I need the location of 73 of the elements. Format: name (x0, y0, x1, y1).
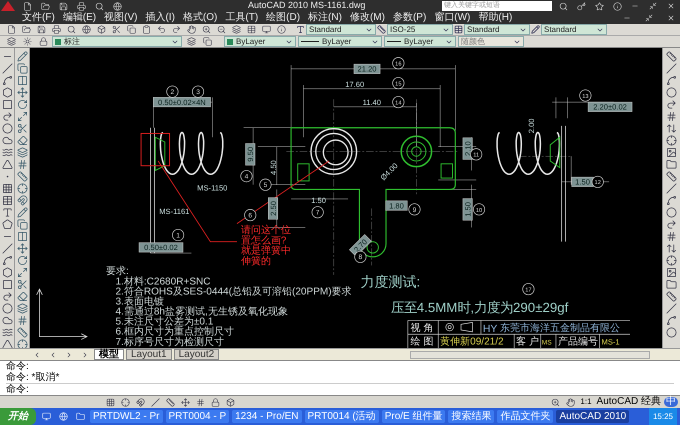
menu-item[interactable]: 标注(N) (308, 13, 342, 23)
layout-tab[interactable]: 模型 (94, 349, 124, 360)
annotation-scale[interactable]: 1:1 (578, 396, 594, 408)
dimension-label: 2.10 (462, 138, 473, 160)
dimension-label: 1.80 (385, 200, 408, 211)
taskbar-button[interactable]: 作品文件夹 (497, 410, 554, 423)
menu-item[interactable]: 修改(M) (350, 13, 385, 23)
command-history-line: 命令: *取消* (6, 372, 60, 383)
dimension-label: MS-1161 (159, 207, 190, 216)
table-style-dropdown[interactable]: Standard (464, 24, 530, 35)
menu-item[interactable]: 编辑(E) (62, 13, 96, 23)
menu-item[interactable]: 窗口(W) (434, 13, 470, 23)
dimension-label: 2.00 (527, 118, 536, 134)
dimension-label: 17.60 (345, 80, 364, 89)
force-test-title: 力度测试: (360, 274, 420, 290)
dimension-label: 1.50 (462, 198, 473, 220)
multileader-style-dropdown[interactable]: Standard (541, 24, 607, 35)
ime-indicator[interactable]: 中 (664, 397, 678, 407)
dimension-label: 0.50±0.02 (138, 242, 184, 252)
dimension-label: 9.50 (245, 143, 256, 166)
dimension-label: 0.50±0.02×4N (153, 97, 211, 108)
taskbar-button[interactable]: PRT0004 - P (166, 410, 230, 423)
dimension-label: 2.20±0.02 (588, 102, 632, 112)
title-block-label: 产品编号 (558, 336, 598, 348)
menu-item[interactable]: 格式(O) (182, 13, 218, 23)
company-name: 东莞市海洋五金制品有限公 (500, 322, 620, 334)
company-logo: HY (482, 324, 498, 335)
dimension-label: 1.50 (311, 196, 326, 205)
question-note: 请问这个位 置怎么画? 就是弹簧中 伸簧的 (240, 225, 291, 267)
menu-item[interactable]: 文件(F) (22, 13, 55, 23)
taskbar-button[interactable]: AutoCAD 2010 (556, 410, 630, 423)
requirement-item: 6.框内尺寸为重点控制尺寸 (115, 326, 234, 338)
taskbar-button[interactable]: Pro/E 组件量 (382, 410, 446, 423)
lineweight-dropdown[interactable]: ByLayer (384, 36, 456, 47)
command-prompt[interactable]: 命令: (6, 383, 674, 395)
menu-item[interactable]: 绘图(D) (266, 13, 300, 23)
title-block-label: 视 角 (410, 322, 434, 334)
title-block-label: 绘 图 (410, 336, 434, 348)
menu-item[interactable]: 视图(V) (104, 13, 138, 23)
text-style-dropdown[interactable]: Standard (306, 24, 376, 35)
menu-item[interactable]: 插入(I) (145, 13, 175, 23)
start-button[interactable]: 开始 (0, 408, 36, 425)
menu-item[interactable]: 帮助(H) (478, 13, 512, 23)
requirement-item: 1.材料:C2680R+SNC (115, 276, 211, 288)
dimension-label: 2.50 (268, 197, 278, 220)
layout-tab[interactable]: Layout2 (174, 349, 220, 360)
linetype-dropdown[interactable]: ByLayer (298, 36, 382, 47)
layer-dropdown[interactable]: 标注 (52, 36, 182, 47)
requirement-item: 7.标序号尺寸为检测尺寸 (115, 336, 224, 348)
command-history-line: 命令: (6, 361, 30, 372)
taskbar-button[interactable]: PRT0014 (活动 (304, 410, 379, 423)
window-title: AutoCAD 2010 MS-1161.dwg (248, 0, 366, 12)
menu-item[interactable]: 工具(T) (225, 13, 258, 23)
requirement-item: 2.符合ROHS及SES-0444(总铅及可溶铅(20PPM)要求 (115, 286, 352, 298)
color-dropdown[interactable]: ByLayer (224, 36, 296, 47)
part-number: MS-1 (602, 338, 620, 347)
taskbar-button[interactable]: PRTDWL2 - Pr (90, 410, 162, 423)
dimension-label: MS-1150 (197, 183, 228, 192)
taskbar-button[interactable]: 搜索结果 (448, 410, 494, 423)
dimension-style-dropdown[interactable]: ISO-25 (387, 24, 453, 35)
dimension-label: 11.40 (362, 98, 381, 107)
drafter-name: 黄伸新09/21/2 (440, 336, 504, 348)
title-block-label: 客 户 (516, 336, 539, 348)
force-test-note: 压至4.5MM时,力度为290±29gf (390, 300, 568, 315)
dimension-label: 4.50 (268, 160, 278, 175)
menu-item[interactable]: 参数(P) (392, 13, 426, 23)
clock: 15:25 (648, 408, 677, 425)
layout-tab[interactable]: Layout1 (126, 349, 172, 360)
taskbar-button[interactable]: 1234 - Pro/EN (232, 410, 302, 423)
requirements-heading: 要求: (106, 266, 129, 277)
workspace-switcher[interactable]: AutoCAD 经典 (594, 397, 663, 407)
dimension-label: 1.50 (571, 176, 594, 187)
dimension-label: 21.20 (354, 64, 380, 74)
